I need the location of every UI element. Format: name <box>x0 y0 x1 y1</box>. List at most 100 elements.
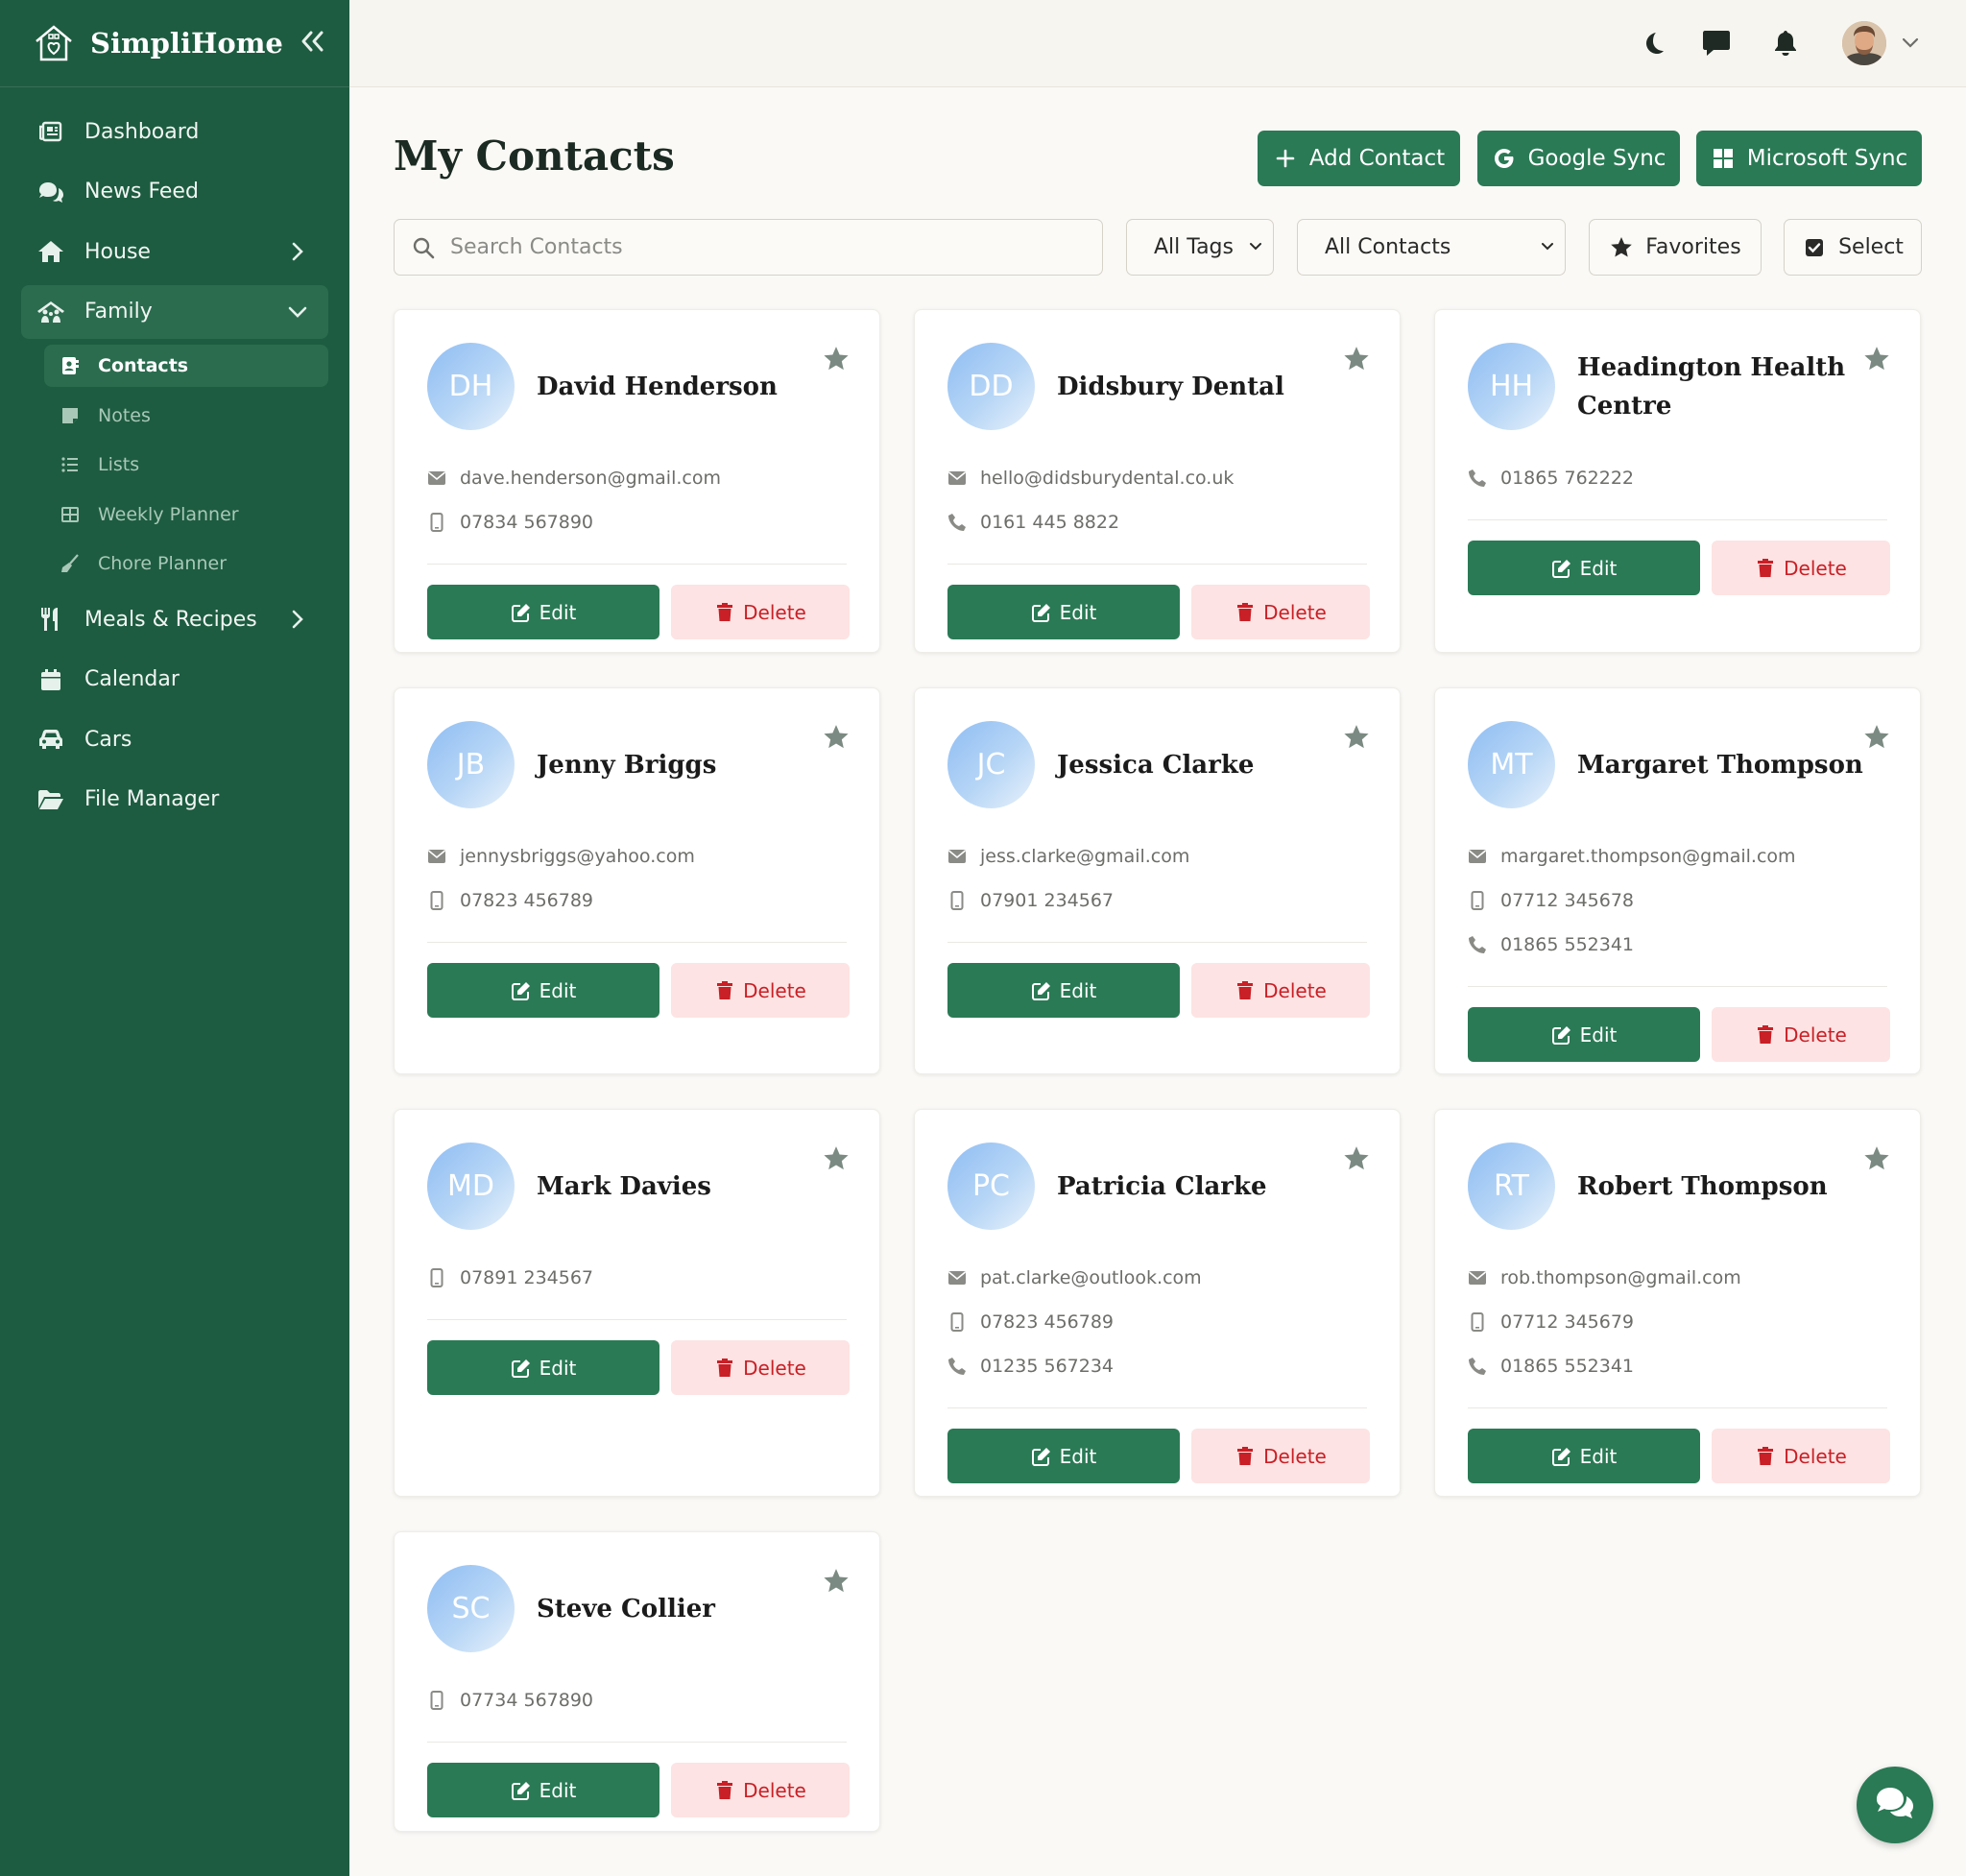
delete-contact-button[interactable]: Delete <box>1712 1429 1890 1483</box>
sidebar-item-chore-planner[interactable]: Chore Planner <box>44 542 328 585</box>
contact-phone-value: 01235 567234 <box>980 1356 1115 1377</box>
sidebar-item-weekly-planner[interactable]: Weekly Planner <box>44 493 328 536</box>
card-divider <box>947 942 1367 943</box>
envelope-icon <box>947 469 967 488</box>
add-contact-button[interactable]: Add Contact <box>1258 131 1460 186</box>
delete-contact-button[interactable]: Delete <box>671 585 850 639</box>
card-divider <box>427 942 847 943</box>
edit-contact-button[interactable]: Edit <box>1468 1429 1700 1483</box>
contact-initials: SC <box>451 1592 491 1625</box>
sidebar-nav: Dashboard News Feed House Family Contact… <box>0 87 349 827</box>
search-input[interactable] <box>450 235 1084 259</box>
sidebar-item-lists[interactable]: Lists <box>44 444 328 486</box>
sidebar-item-cars[interactable]: Cars <box>21 712 328 766</box>
contact-initials: JC <box>976 748 1006 782</box>
favorites-button[interactable]: Favorites <box>1589 219 1762 276</box>
contact-initials: HH <box>1489 370 1534 403</box>
contact-card: DH David Henderson dave.henderson@gmail.co… <box>394 309 880 653</box>
microsoft-sync-button[interactable]: Microsoft Sync <box>1696 131 1922 186</box>
chevron-down-icon[interactable] <box>1898 31 1923 56</box>
contact-card: JC Jessica Clarke jess.clarke@gmail.com 079… <box>914 687 1401 1074</box>
contact-initials: PC <box>971 1169 1011 1203</box>
favorite-star-icon[interactable] <box>1342 723 1371 752</box>
sidebar-item-contacts[interactable]: Contacts <box>44 345 328 387</box>
calendar-icon <box>36 665 65 694</box>
delete-contact-button[interactable]: Delete <box>1191 1429 1370 1483</box>
favorite-star-icon[interactable] <box>1342 1144 1371 1173</box>
contact-mobile-value: 07823 456789 <box>460 890 594 911</box>
delete-label: Delete <box>1263 1444 1327 1468</box>
dark-mode-moon-icon[interactable] <box>1638 27 1670 60</box>
edit-contact-button[interactable]: Edit <box>427 963 659 1018</box>
edit-contact-button[interactable]: Edit <box>947 1429 1180 1483</box>
sidebar-item-family[interactable]: Family <box>21 284 328 339</box>
envelope-icon <box>427 847 446 866</box>
favorite-star-icon[interactable] <box>1862 1144 1891 1173</box>
messages-icon[interactable] <box>1700 27 1733 60</box>
chat-button[interactable] <box>1857 1767 1933 1843</box>
select-button[interactable]: Select <box>1784 219 1922 276</box>
tags-select[interactable]: All Tags <box>1126 219 1274 276</box>
favorite-star-icon[interactable] <box>1342 345 1371 373</box>
contact-name: David Henderson <box>537 373 778 401</box>
contact-card: PC Patricia Clarke pat.clarke@outlook.com 0… <box>914 1109 1401 1497</box>
delete-contact-button[interactable]: Delete <box>1712 541 1890 595</box>
add-contact-label: Add Contact <box>1308 146 1446 171</box>
collapse-sidebar-icon[interactable] <box>299 27 325 60</box>
edit-label: Edit <box>1059 978 1097 1002</box>
contact-mobile: 07823 456789 <box>427 886 593 915</box>
delete-contact-button[interactable]: Delete <box>1191 585 1370 639</box>
sidebar-item-house[interactable]: House <box>21 225 328 278</box>
edit-label: Edit <box>1579 1022 1618 1046</box>
sidebar-item-dashboard[interactable]: Dashboard <box>21 105 328 158</box>
edit-contact-button[interactable]: Edit <box>1468 1007 1700 1062</box>
contact-card: JB Jenny Briggs jennysbriggs@yahoo.com 0782… <box>394 687 880 1074</box>
delete-contact-button[interactable]: Delete <box>1191 963 1370 1018</box>
contact-email: margaret.thompson@gmail.com <box>1468 842 1796 871</box>
sidebar-item-calendar[interactable]: Calendar <box>21 653 328 707</box>
contact-name: Didsbury Dental <box>1057 373 1284 401</box>
sidebar-item-file-manager[interactable]: File Manager <box>21 773 328 827</box>
edit-icon <box>1551 1446 1572 1467</box>
envelope-icon <box>947 847 967 866</box>
delete-contact-button[interactable]: Delete <box>671 963 850 1018</box>
user-avatar[interactable] <box>1842 21 1886 65</box>
edit-contact-button[interactable]: Edit <box>947 963 1180 1018</box>
contact-name: Steve Collier <box>537 1595 715 1623</box>
contact-email: hello@didsburydental.co.uk <box>947 464 1234 493</box>
car-icon <box>36 725 65 754</box>
edit-contact-button[interactable]: Edit <box>427 1763 659 1817</box>
contact-email: rob.thompson@gmail.com <box>1468 1263 1741 1292</box>
edit-contact-button[interactable]: Edit <box>947 585 1180 639</box>
select-label: Select <box>1838 235 1904 259</box>
edit-contact-button[interactable]: Edit <box>1468 541 1700 595</box>
favorite-star-icon[interactable] <box>822 723 851 752</box>
delete-contact-button[interactable]: Delete <box>671 1763 850 1817</box>
card-divider <box>947 564 1367 565</box>
sidebar-item-notes[interactable]: Notes <box>44 395 328 437</box>
contact-avatar: MT <box>1468 721 1555 808</box>
delete-label: Delete <box>1784 1022 1847 1046</box>
favorite-star-icon[interactable] <box>822 345 851 373</box>
page-title: My Contacts <box>394 132 675 180</box>
delete-contact-button[interactable]: Delete <box>671 1340 850 1395</box>
sidebar-item-meals-recipes[interactable]: Meals & Recipes <box>21 592 328 646</box>
google-sync-button[interactable]: Google Sync <box>1477 131 1680 186</box>
list-icon <box>60 454 81 475</box>
contact-mobile: 07823 456789 <box>947 1308 1114 1336</box>
search-box[interactable] <box>394 219 1103 276</box>
favorite-star-icon[interactable] <box>1862 723 1891 752</box>
delete-contact-button[interactable]: Delete <box>1712 1007 1890 1062</box>
favorite-star-icon[interactable] <box>822 1144 851 1173</box>
contacts-filter-select[interactable]: All Contacts <box>1297 219 1566 276</box>
edit-contact-button[interactable]: Edit <box>427 585 659 639</box>
mobile-phone-icon <box>427 513 446 532</box>
trash-icon <box>1755 1446 1776 1467</box>
notifications-bell-icon[interactable] <box>1769 27 1802 60</box>
edit-icon <box>511 1358 532 1379</box>
sidebar-item-news-feed[interactable]: News Feed <box>21 165 328 219</box>
favorite-star-icon[interactable] <box>822 1567 851 1596</box>
contact-name: Patricia Clarke <box>1057 1172 1267 1201</box>
edit-contact-button[interactable]: Edit <box>427 1340 659 1395</box>
favorite-star-icon[interactable] <box>1862 345 1891 373</box>
